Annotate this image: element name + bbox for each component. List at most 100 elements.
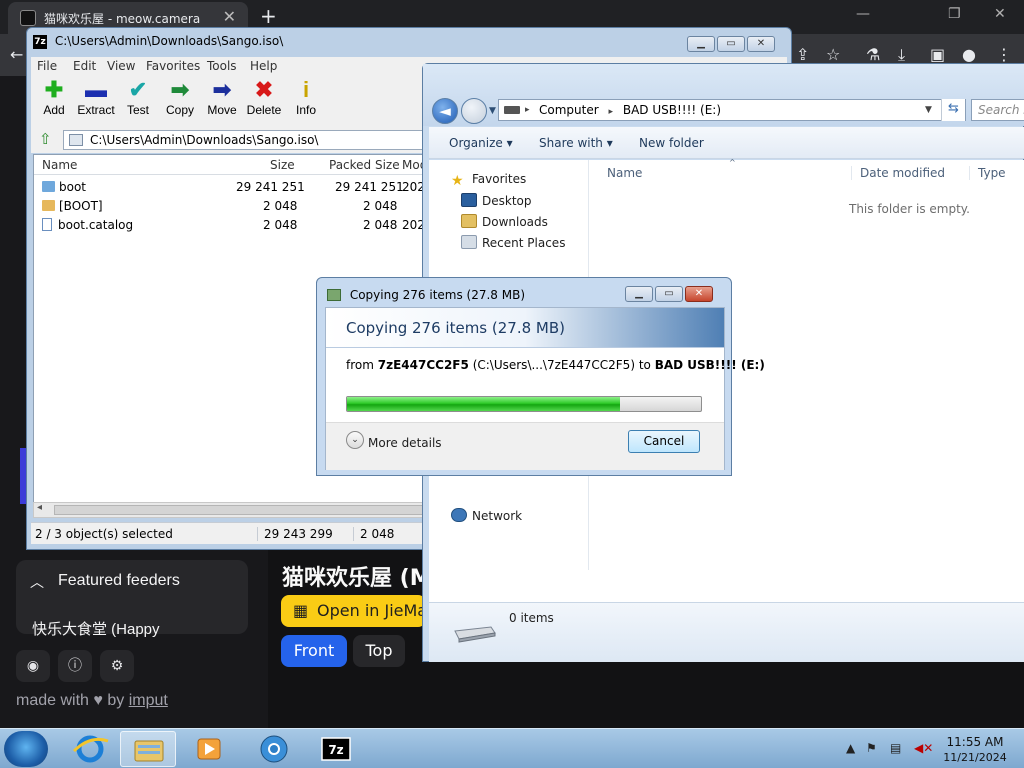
delete-button[interactable]: ✖ Delete [243, 77, 285, 117]
tree-item-label: Favorites [472, 172, 527, 186]
menu-edit[interactable]: Edit [73, 59, 96, 73]
tree-item-desktop[interactable]: Desktop [461, 193, 532, 208]
extract-button[interactable]: ▬ Extract [75, 77, 117, 117]
open-in-app-button[interactable]: ▦ Open in JieMao [281, 595, 426, 627]
explorer-search-input[interactable]: Search B [971, 99, 1024, 121]
test-button[interactable]: ✔ Test [117, 77, 159, 117]
organize-button[interactable]: Organize ▾ [449, 136, 513, 150]
internet-explorer-icon[interactable] [62, 731, 118, 767]
media-player-icon[interactable] [180, 731, 236, 767]
side-panel-icon[interactable]: ▣ [930, 45, 945, 64]
settings-gear-icon[interactable]: ⚙ [100, 650, 134, 682]
show-hidden-icons-icon[interactable]: ▲ [846, 741, 855, 755]
tree-item-network[interactable]: Network [451, 508, 522, 523]
info-button[interactable]: i Info [285, 77, 327, 117]
tab-close-icon[interactable]: ✕ [223, 7, 236, 26]
labs-flask-icon[interactable]: ⚗ [866, 45, 880, 64]
forward-arrow-icon[interactable] [461, 98, 487, 124]
7zip-icon[interactable]: 7z [308, 731, 364, 767]
volume-muted-icon[interactable]: ◀✕ [914, 741, 933, 755]
tree-item-label: Downloads [482, 215, 548, 229]
column-name[interactable]: Name [42, 158, 77, 172]
source-folder-link[interactable]: 7zE447CC2F5 [378, 358, 469, 372]
menu-tools[interactable]: Tools [207, 59, 237, 73]
scroll-left-icon[interactable]: ◂ [37, 502, 42, 513]
horizontal-scrollbar[interactable]: ◂ [33, 502, 433, 518]
action-center-flag-icon[interactable]: ⚑ [866, 741, 877, 755]
destination-link[interactable]: BAD USB!!!! (E:) [655, 358, 765, 372]
minus-icon: ▬ [85, 77, 107, 102]
item-size: 29 241 251 [236, 180, 305, 194]
breadcrumb-computer[interactable]: Computer [539, 103, 599, 117]
menu-favorites[interactable]: Favorites [146, 59, 200, 73]
up-folder-icon[interactable]: ⇧ [39, 130, 52, 148]
column-size[interactable]: Size [270, 158, 295, 172]
download-icon[interactable]: ⤓ [898, 45, 905, 65]
browser-minimize-icon[interactable]: — [856, 6, 870, 22]
heart-icon: ♥ [93, 692, 103, 709]
refresh-icon[interactable]: ⇆ [941, 99, 965, 121]
browser-restore-icon[interactable]: ❐ [948, 6, 961, 22]
chevron-down-icon[interactable]: ⌄ [346, 431, 364, 449]
menu-help[interactable]: Help [250, 59, 277, 73]
back-arrow-icon[interactable]: ◄ [432, 98, 458, 124]
dialog-titlebar: Copying 276 items (27.8 MB) [327, 288, 525, 302]
bookmark-star-icon[interactable]: ☆ [826, 45, 840, 64]
star-icon: ★ [451, 173, 464, 189]
open-in-app-label: Open in JieMao [317, 601, 426, 620]
top-camera-button[interactable]: Top [353, 635, 405, 667]
about-info-icon[interactable]: ⓘ [58, 650, 92, 682]
share-with-button[interactable]: Share with ▾ [539, 136, 613, 150]
more-details-toggle[interactable]: More details [368, 436, 442, 450]
chevron-up-icon[interactable]: ︿ [30, 572, 44, 592]
extract-label: Extract [77, 103, 115, 117]
item-packed: 2 048 [363, 199, 398, 213]
imput-link[interactable]: imput [129, 692, 168, 709]
maximize-icon[interactable]: ▭ [717, 36, 745, 52]
check-icon: ✔ [128, 77, 148, 102]
featured-feeder-item[interactable]: 快乐大食堂 (Happy [32, 618, 160, 639]
browser-close-icon[interactable]: ✕ [994, 6, 1006, 22]
featured-feeders-panel[interactable]: ︿ Featured feeders 快乐大食堂 (Happy [16, 560, 248, 638]
tree-item-recent-places[interactable]: Recent Places [461, 235, 565, 250]
close-icon[interactable]: ✕ [747, 36, 775, 52]
recent-pages-chevron-icon[interactable]: ▼ [489, 106, 496, 116]
breadcrumb-drive[interactable]: BAD USB!!!! (E:) [623, 103, 721, 117]
new-folder-button[interactable]: New folder [639, 136, 704, 150]
column-date-modified[interactable]: Date modified [851, 166, 945, 180]
made-with-text: made with [16, 692, 89, 709]
clock-time[interactable]: 11:55 AM [940, 735, 1010, 749]
browser-back-icon[interactable]: ← [10, 45, 23, 64]
browser-menu-icon[interactable]: ⋮ [996, 45, 1012, 64]
move-button[interactable]: ➡ Move [201, 77, 243, 117]
tree-item-downloads[interactable]: Downloads [461, 214, 548, 229]
profile-avatar-icon[interactable]: ● [962, 45, 976, 64]
menu-file[interactable]: File [37, 59, 57, 73]
start-orb-icon[interactable] [4, 731, 48, 767]
explorer-address-bar[interactable]: ▸ Computer ▸ BAD USB!!!! (E:) ▼ [498, 99, 966, 121]
column-packed-size[interactable]: Packed Size [329, 158, 400, 172]
column-type[interactable]: Type [969, 166, 1006, 180]
dialog-title: Copying 276 items (27.8 MB) [349, 288, 526, 302]
minimize-icon[interactable]: ▁ [625, 286, 653, 302]
cancel-button[interactable]: Cancel [628, 430, 700, 453]
clock-date[interactable]: 11/21/2024 [940, 751, 1010, 764]
file-explorer-icon[interactable] [120, 731, 176, 767]
add-button[interactable]: ✚ Add [33, 77, 75, 117]
network-tray-icon[interactable]: ▤ [890, 741, 901, 755]
close-icon[interactable]: ✕ [685, 286, 713, 302]
column-name[interactable]: Name [607, 166, 642, 180]
copy-files-icon [327, 289, 341, 301]
copy-button[interactable]: ➡ Copy [159, 77, 201, 117]
new-tab-button[interactable]: + [260, 4, 277, 28]
tree-item-favorites[interactable]: ★ Favorites [451, 172, 526, 188]
discord-icon[interactable]: ◉ [16, 650, 50, 682]
share-icon[interactable]: ⇪ [796, 45, 809, 64]
scroll-thumb[interactable] [54, 505, 424, 515]
front-camera-button[interactable]: Front [281, 635, 347, 667]
address-dropdown-icon[interactable]: ▼ [925, 100, 932, 120]
chrome-icon[interactable] [246, 731, 302, 767]
maximize-icon[interactable]: ▭ [655, 286, 683, 302]
minimize-icon[interactable]: ▁ [687, 36, 715, 52]
menu-view[interactable]: View [107, 59, 135, 73]
